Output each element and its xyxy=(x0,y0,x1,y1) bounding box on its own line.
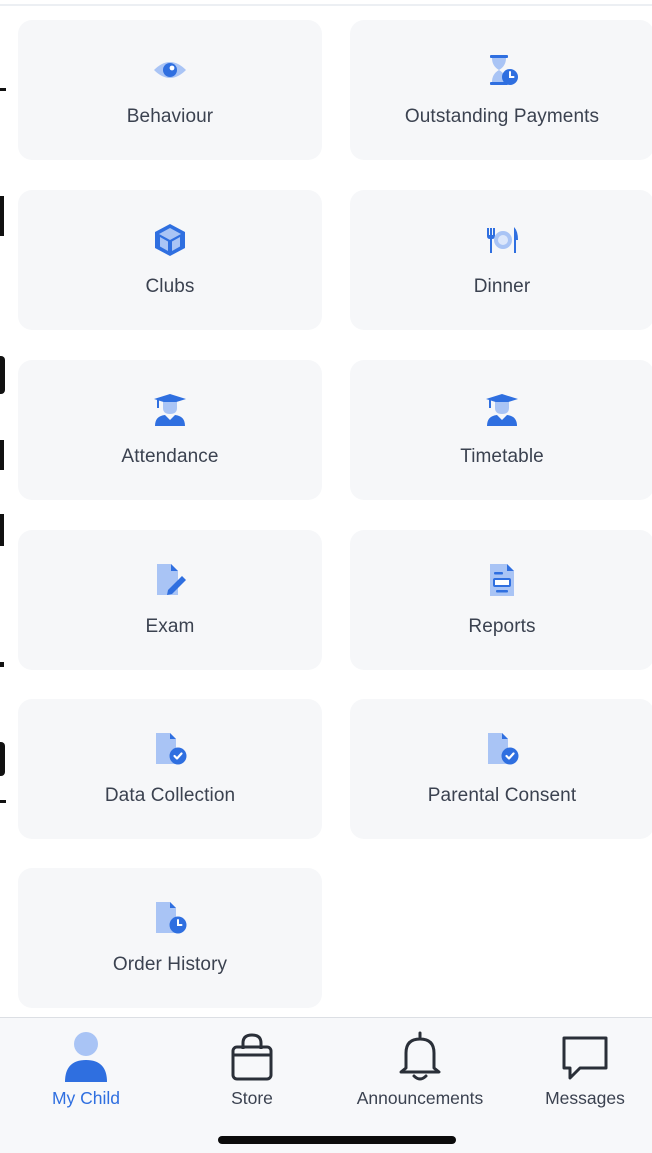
tile-label: Order History xyxy=(112,954,228,975)
tile-behaviour[interactable]: Behaviour xyxy=(18,20,322,160)
tile-label: Dinner xyxy=(473,276,531,297)
tile-data-collection[interactable]: Data Collection xyxy=(18,699,322,839)
cube-icon xyxy=(152,222,188,258)
document-check-icon xyxy=(152,731,188,767)
report-document-icon xyxy=(484,562,520,598)
eye-icon xyxy=(152,52,188,88)
home-indicator[interactable] xyxy=(218,1136,456,1144)
tab-label: My Child xyxy=(51,1088,121,1108)
document-clock-icon xyxy=(152,900,188,936)
tile-label: Timetable xyxy=(460,446,544,467)
hourglass-clock-icon xyxy=(484,52,520,88)
tile-timetable[interactable]: Timetable xyxy=(350,360,652,500)
tab-label: Messages xyxy=(545,1088,625,1108)
tile-label: Data Collection xyxy=(104,785,236,806)
tab-announcements[interactable]: Announcements xyxy=(340,1026,500,1109)
tab-messages[interactable]: Messages xyxy=(530,1026,640,1109)
shopping-bag-icon xyxy=(226,1026,278,1082)
person-icon xyxy=(60,1026,112,1082)
graduate-icon xyxy=(152,392,188,428)
tile-reports[interactable]: Reports xyxy=(350,530,652,670)
plate-cutlery-icon xyxy=(484,222,520,258)
tile-order-history[interactable]: Order History xyxy=(18,868,322,1008)
tab-label: Announcements xyxy=(356,1088,484,1108)
tab-label: Store xyxy=(231,1088,273,1108)
tile-exam[interactable]: Exam xyxy=(18,530,322,670)
document-check-icon xyxy=(484,731,520,767)
tile-attendance[interactable]: Attendance xyxy=(18,360,322,500)
tile-parental-consent[interactable]: Parental Consent xyxy=(350,699,652,839)
tab-store[interactable]: Store xyxy=(202,1026,302,1109)
tile-label: Reports xyxy=(468,616,536,637)
bell-icon xyxy=(394,1026,446,1082)
tile-label: Attendance xyxy=(121,446,219,467)
bottom-tab-bar: My Child Store Announcements Messages xyxy=(0,1017,652,1153)
tile-label: Behaviour xyxy=(126,106,214,127)
chat-bubble-icon xyxy=(559,1026,611,1082)
tile-label: Clubs xyxy=(145,276,195,297)
tile-label: Parental Consent xyxy=(427,785,577,806)
tile-label: Exam xyxy=(145,616,195,637)
tile-clubs[interactable]: Clubs xyxy=(18,190,322,330)
tab-my-child[interactable]: My Child xyxy=(36,1026,136,1109)
graduate-icon xyxy=(484,392,520,428)
tile-dinner[interactable]: Dinner xyxy=(350,190,652,330)
tile-label: Outstanding Payments xyxy=(404,106,600,127)
feature-grid: Behaviour Outstanding Payments Clubs Din… xyxy=(0,0,652,1010)
document-pencil-icon xyxy=(152,562,188,598)
tile-outstanding-payments[interactable]: Outstanding Payments xyxy=(350,20,652,160)
